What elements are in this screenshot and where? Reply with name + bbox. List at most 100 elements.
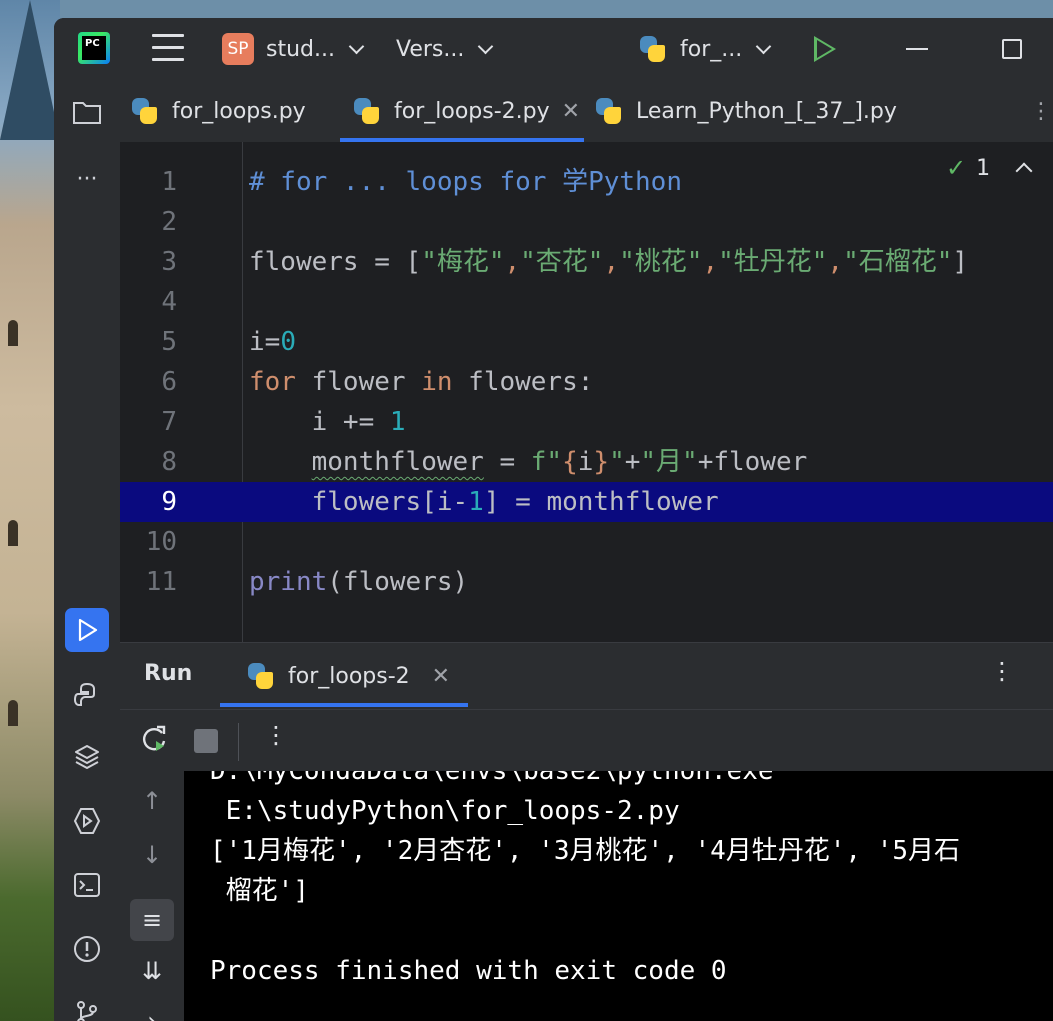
code-text: ]	[952, 247, 969, 277]
code-line[interactable]: 5 i=0	[120, 322, 1053, 362]
run-config-selector[interactable]: for_...	[638, 18, 772, 80]
code-text: ] = monthflower	[483, 487, 719, 517]
more-tools-icon[interactable]: ···	[68, 160, 106, 198]
code-variable-warning: monthflower	[311, 447, 484, 477]
tab-for-loops[interactable]: for_loops.py	[130, 80, 306, 142]
code-editor[interactable]: ✓ 1 1 # for ... loops for 学Python 2 3 fl…	[120, 142, 1053, 642]
vcs-selector[interactable]: Vers...	[396, 18, 494, 80]
code-line[interactable]: 7 i += 1	[120, 402, 1053, 442]
code-text: flowers[i-	[311, 487, 469, 517]
chevron-down-icon	[755, 38, 772, 54]
code-keyword: in	[421, 367, 453, 397]
scroll-down-icon[interactable]: ↓	[136, 841, 168, 869]
tab-overflow-icon[interactable]: ⋮	[1030, 80, 1052, 142]
line-number: 7	[161, 407, 177, 437]
toolbar-more-icon[interactable]: ⋮	[264, 721, 288, 749]
python-console-icon[interactable]	[68, 676, 106, 714]
line-number: 11	[145, 567, 177, 597]
desktop-wallpaper	[0, 0, 60, 1021]
code-string: "桃花"	[619, 247, 703, 277]
tool-window-strip: ···	[54, 80, 120, 1021]
tab-label: for_loops-2.py	[394, 98, 550, 124]
project-badge[interactable]: SP	[222, 33, 254, 65]
code-number: 1	[468, 487, 484, 517]
code-line[interactable]: 2	[120, 202, 1053, 242]
run-config-label: for_...	[680, 36, 743, 62]
console-side-toolbar: ↑ ↓ ≡ ⇊ ›	[120, 771, 184, 1021]
code-keyword: for	[249, 367, 296, 397]
console-line: E:\studyPython\for_loops-2.py	[210, 796, 680, 826]
code-text: flowers:	[452, 367, 594, 397]
code-text: flowers = [	[249, 247, 422, 277]
pycharm-logo-icon[interactable]: PC	[78, 32, 110, 64]
python-icon	[638, 35, 666, 63]
services-icon[interactable]	[68, 802, 106, 840]
run-tab-for-loops-2[interactable]: for_loops-2 ✕	[246, 653, 450, 699]
soft-wrap-icon[interactable]: ≡	[130, 899, 174, 941]
title-bar: PC SP stud... Vers... for_...	[54, 18, 1053, 80]
chevron-down-icon	[348, 38, 365, 54]
code-line[interactable]: 8 monthflower = f"{i}"+"月"+flower	[120, 442, 1053, 482]
line-number: 2	[161, 207, 177, 237]
project-selector[interactable]: stud...	[266, 18, 365, 80]
python-file-icon	[594, 97, 622, 125]
code-string: "梅花"	[421, 247, 505, 277]
project-folder-icon[interactable]	[68, 94, 106, 132]
code-text: i +=	[311, 407, 390, 437]
tab-learn-python[interactable]: Learn_Python_[_37_].py	[594, 80, 897, 142]
run-tool-icon[interactable]	[65, 608, 109, 652]
problems-icon[interactable]	[68, 930, 106, 968]
close-run-tab-icon[interactable]: ✕	[432, 664, 450, 689]
code-line[interactable]: 11 print(flowers)	[120, 562, 1053, 602]
console-output[interactable]: D:\MyCondaData\envs\base2\python.exe E:\…	[184, 771, 1053, 1021]
code-number: 0	[280, 327, 296, 357]
line-number: 9	[161, 487, 177, 517]
console-line: Process finished with exit code 0	[210, 956, 727, 986]
code-text: i=	[249, 327, 281, 357]
code-line[interactable]: 10	[120, 522, 1053, 562]
more-options-icon[interactable]: ⋮	[990, 657, 1014, 685]
code-line[interactable]: 3 flowers = ["梅花","杏花","桃花","牡丹花","石榴花"]	[120, 242, 1053, 282]
code-text: +	[624, 447, 641, 477]
tab-for-loops-2[interactable]: for_loops-2.py ✕	[352, 80, 580, 142]
project-name: stud...	[266, 36, 335, 62]
castle-window	[8, 320, 18, 346]
layers-icon[interactable]	[68, 738, 106, 776]
code-line[interactable]: 1 # for ... loops for 学Python	[120, 162, 1053, 202]
expand-icon[interactable]: ›	[136, 1007, 168, 1021]
line-number: 10	[145, 527, 177, 557]
python-file-icon	[352, 97, 380, 125]
run-button[interactable]	[814, 36, 836, 62]
code-number: 1	[389, 407, 406, 437]
line-number: 1	[161, 167, 177, 197]
code-brace: {	[562, 447, 578, 477]
line-number: 8	[161, 447, 177, 477]
castle-tower-roof	[0, 0, 60, 140]
code-string: "	[609, 447, 625, 477]
terminal-icon[interactable]	[68, 866, 106, 904]
line-number: 4	[161, 287, 177, 317]
python-file-icon	[130, 97, 158, 125]
rerun-icon[interactable]	[138, 723, 170, 762]
code-string: f"	[530, 447, 563, 477]
castle-window	[8, 700, 18, 726]
maximize-icon[interactable]	[1002, 39, 1022, 59]
code-line-current[interactable]: 9 flowers[i-1] = monthflower	[120, 482, 1053, 522]
close-tab-icon[interactable]: ✕	[562, 99, 580, 124]
toolbar-divider	[238, 723, 239, 761]
code-comma: ,	[504, 247, 521, 277]
run-tool-window: Run for_loops-2 ✕ ⋮ ⋮ ↑ ↓ ≡ ⇊ › D:\MyCon…	[120, 642, 1053, 1021]
stop-icon[interactable]	[194, 729, 218, 753]
minimize-icon[interactable]	[906, 48, 928, 50]
console-line: 榴花']	[210, 876, 309, 906]
code-line[interactable]: 6 for flower in flowers:	[120, 362, 1053, 402]
code-line[interactable]: 4	[120, 282, 1053, 322]
scroll-to-end-icon[interactable]: ⇊	[136, 957, 168, 985]
code-text: =	[483, 447, 531, 477]
scroll-up-icon[interactable]: ↑	[136, 787, 168, 815]
main-menu-icon[interactable]	[152, 34, 184, 62]
code-comma: ,	[603, 247, 620, 277]
git-branch-icon[interactable]	[68, 994, 106, 1021]
